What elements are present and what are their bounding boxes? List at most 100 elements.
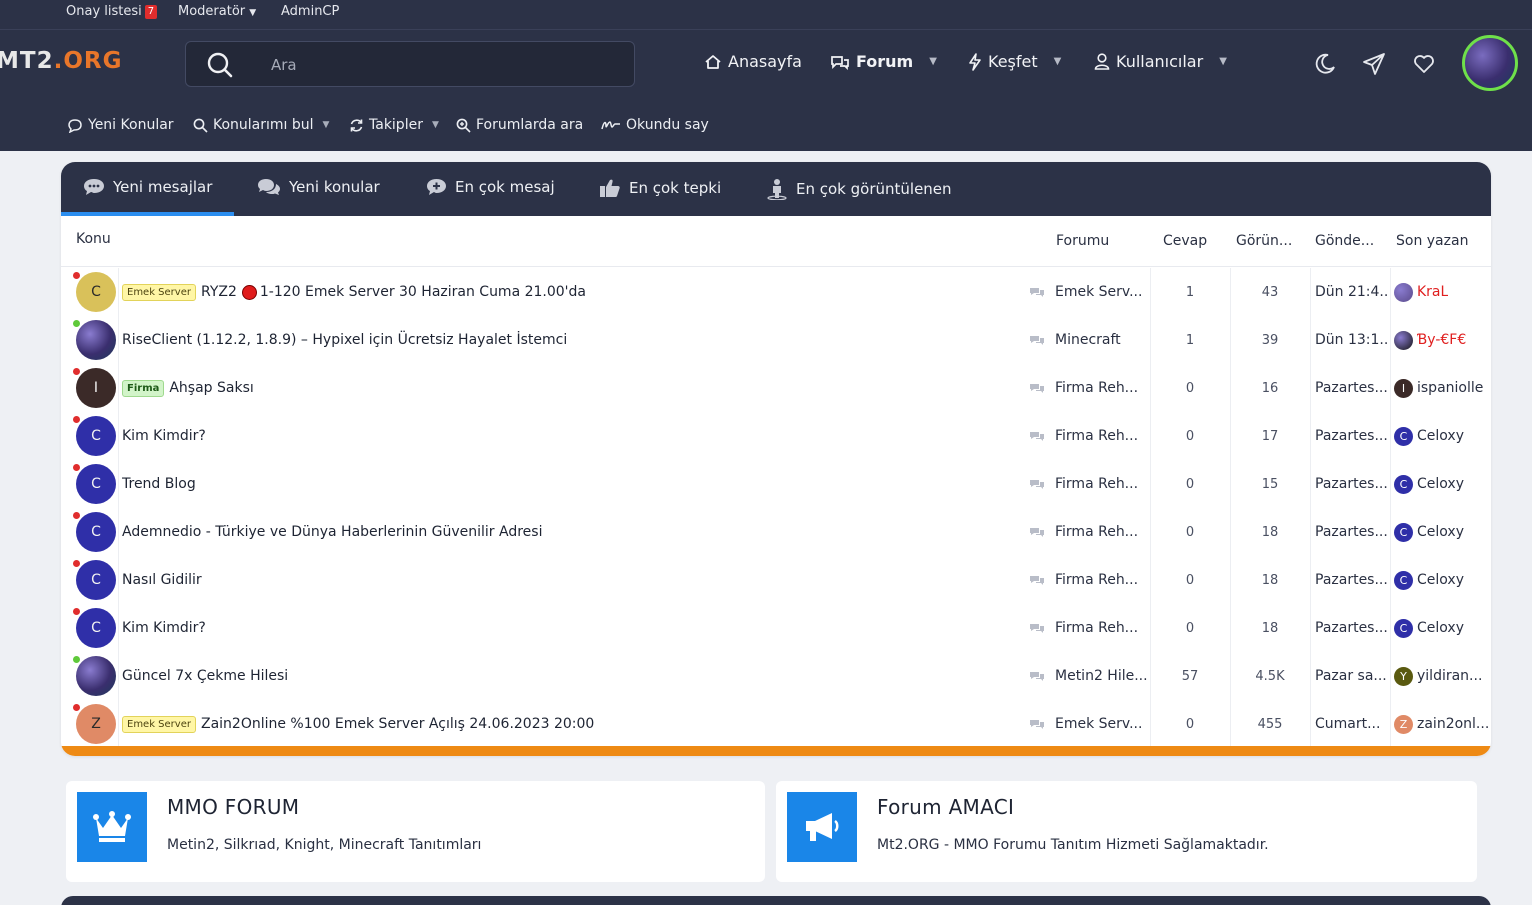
thread-title-text[interactable]: 1-120 Emek Server 30 Haziran Cuma 21.00'… — [260, 284, 586, 300]
last-poster-avatar[interactable]: Z — [1394, 714, 1413, 734]
thread-title[interactable]: Emek Server Zain2Online %100 Emek Server … — [122, 700, 1022, 748]
search-forums-link[interactable]: Forumlarda ara — [456, 117, 583, 133]
avatar[interactable] — [76, 656, 116, 696]
avatar[interactable]: C — [76, 512, 116, 552]
thread-forum-link[interactable]: Metin2 Hile... — [1055, 652, 1147, 700]
nav-users[interactable]: Kullanıcılar ▼ — [1094, 52, 1227, 71]
follows-link[interactable]: Takipler ▼ — [349, 117, 439, 133]
thread-title[interactable]: Güncel 7x Çekme Hilesi — [122, 652, 1022, 700]
avatar[interactable]: C — [76, 608, 116, 648]
thread-forum-link[interactable]: Minecraft — [1055, 316, 1147, 364]
thread-title-text[interactable]: Ahşap Saksı — [169, 380, 253, 396]
last-poster-avatar[interactable]: C — [1394, 570, 1413, 590]
tab-new-posts[interactable]: Yeni mesajlar — [83, 178, 212, 196]
avatar[interactable]: C — [76, 464, 116, 504]
thread-forum-link[interactable]: Firma Reh... — [1055, 604, 1147, 652]
post-date[interactable]: Pazar sa... — [1315, 652, 1387, 700]
moderator-menu[interactable]: Moderatör ▼ — [178, 4, 256, 19]
last-poster[interactable]: C Celoxy — [1394, 604, 1490, 652]
last-poster-name[interactable]: Celoxy — [1417, 476, 1464, 492]
thread-title-text[interactable]: Kim Kimdir? — [122, 428, 206, 444]
last-poster-avatar[interactable]: C — [1394, 618, 1413, 638]
thread-prefix[interactable]: Emek Server — [122, 715, 196, 733]
search-icon[interactable] — [206, 51, 234, 83]
last-poster[interactable]: Zzain2onl... — [1394, 700, 1490, 748]
last-poster[interactable]: KraL — [1394, 268, 1490, 316]
col-last-poster[interactable]: Son yazan — [1396, 233, 1468, 249]
last-poster-name[interactable]: Celoxy — [1417, 524, 1464, 540]
post-date[interactable]: Pazartes... — [1315, 604, 1387, 652]
last-poster[interactable]: Iispaniolle — [1394, 364, 1490, 412]
thread-title-text[interactable]: Zain2Online %100 Emek Server Açılış 24.0… — [201, 716, 594, 732]
last-poster[interactable]: C Celoxy — [1394, 556, 1490, 604]
thread-title[interactable]: Nasıl Gidilir — [122, 556, 1022, 604]
thread-title-text[interactable]: Ademnedio - Türkiye ve Dünya Haberlerini… — [122, 524, 542, 540]
col-posted[interactable]: Gönde... — [1315, 233, 1374, 249]
avatar[interactable]: Z — [76, 704, 116, 744]
find-my-topics-link[interactable]: Konularımı bul ▼ — [193, 117, 329, 133]
thread-title[interactable]: Kim Kimdir? — [122, 412, 1022, 460]
thread-title[interactable]: Kim Kimdir? — [122, 604, 1022, 652]
thread-title-text[interactable]: Nasıl Gidilir — [122, 572, 202, 588]
avatar[interactable] — [76, 320, 116, 360]
last-poster-name[interactable]: Celoxy — [1417, 620, 1464, 636]
dark-mode-icon[interactable] — [1313, 52, 1337, 80]
avatar[interactable]: C — [76, 272, 116, 312]
thread-title[interactable]: RiseClient (1.12.2, 1.8.9) – Hypixel içi… — [122, 316, 1022, 364]
table-row[interactable]: Z Emek Server Zain2Online %100 Emek Server… — [61, 700, 1491, 748]
search-box[interactable] — [185, 41, 635, 87]
last-poster-name[interactable]: Ɓy-€F€ — [1417, 332, 1466, 348]
tab-new-topics[interactable]: Yeni konular — [257, 178, 380, 196]
last-poster-name[interactable]: ispaniolle — [1417, 380, 1483, 396]
thread-title-text[interactable]: Trend Blog — [122, 476, 196, 492]
thread-forum-link[interactable]: Firma Reh... — [1055, 508, 1147, 556]
thread-title-part[interactable]: RYZ2 — [201, 284, 237, 300]
thread-title[interactable]: Emek Server RYZ2 1-120 Emek Server 30 Hazi… — [122, 268, 1022, 316]
mark-read-link[interactable]: Okundu say — [601, 117, 709, 133]
col-forum[interactable]: Forumu — [1056, 233, 1109, 249]
last-poster-name[interactable]: zain2onl... — [1417, 716, 1489, 732]
user-avatar[interactable] — [1462, 35, 1518, 91]
nav-forum[interactable]: Forum ▼ — [830, 52, 937, 71]
table-row[interactable]: C Emek Server RYZ2 1-120 Emek Server 30 Haz… — [61, 268, 1491, 316]
last-poster-avatar[interactable]: C — [1394, 426, 1413, 446]
thread-forum-link[interactable]: Firma Reh... — [1055, 556, 1147, 604]
col-views[interactable]: Görün... — [1236, 233, 1292, 249]
col-replies[interactable]: Cevap — [1163, 233, 1207, 249]
avatar[interactable]: C — [76, 416, 116, 456]
post-date[interactable]: Pazartes... — [1315, 508, 1387, 556]
last-poster-name[interactable]: Celoxy — [1417, 572, 1464, 588]
last-poster-avatar[interactable]: C — [1394, 474, 1413, 494]
post-date[interactable]: Dün 21:4... — [1315, 268, 1387, 316]
table-row[interactable]: C Trend Blog Firma Reh... 0 15 Pazartes... C Ce… — [61, 460, 1491, 508]
thread-title[interactable]: Trend Blog — [122, 460, 1022, 508]
thread-title-text[interactable]: Güncel 7x Çekme Hilesi — [122, 668, 288, 684]
approval-queue-link[interactable]: Onay listesi 7 — [66, 4, 158, 19]
post-date[interactable]: Pazartes... — [1315, 412, 1387, 460]
post-date[interactable]: Cumart... — [1315, 700, 1387, 748]
thread-prefix[interactable]: Firma — [122, 379, 165, 397]
nav-home[interactable]: Anasayfa — [704, 52, 802, 71]
thread-prefix[interactable]: Emek Server — [122, 283, 196, 301]
last-poster-avatar[interactable] — [1394, 330, 1413, 350]
thread-forum-link[interactable]: Firma Reh... — [1055, 460, 1147, 508]
avatar[interactable]: C — [76, 560, 116, 600]
col-topic[interactable]: Konu — [76, 231, 111, 247]
thread-forum-link[interactable]: Emek Serv... — [1055, 700, 1147, 748]
post-date[interactable]: Pazartes... — [1315, 556, 1387, 604]
thread-forum-link[interactable]: Firma Reh... — [1055, 412, 1147, 460]
last-poster[interactable]: Ɓy-€F€ — [1394, 316, 1490, 364]
thread-title[interactable]: Firma Ahşap Saksı — [122, 364, 1022, 412]
heart-icon[interactable] — [1412, 52, 1436, 80]
last-poster[interactable]: Yyildiran... — [1394, 652, 1490, 700]
table-row[interactable]: C Ademnedio - Türkiye ve Dünya Haberlerin… — [61, 508, 1491, 556]
table-row[interactable]: I Firma Ahşap Saksı Firma Reh... 0 16 Pazartes… — [61, 364, 1491, 412]
last-poster-name[interactable]: Celoxy — [1417, 428, 1464, 444]
last-poster[interactable]: C Celoxy — [1394, 508, 1490, 556]
last-poster-avatar[interactable]: I — [1394, 378, 1413, 398]
thread-forum-link[interactable]: Emek Serv... — [1055, 268, 1147, 316]
tab-most-reactions[interactable]: En çok tepki — [599, 178, 721, 198]
post-date[interactable]: Dün 13:1... — [1315, 316, 1387, 364]
last-poster-avatar[interactable]: C — [1394, 522, 1413, 542]
last-poster[interactable]: C Celoxy — [1394, 412, 1490, 460]
